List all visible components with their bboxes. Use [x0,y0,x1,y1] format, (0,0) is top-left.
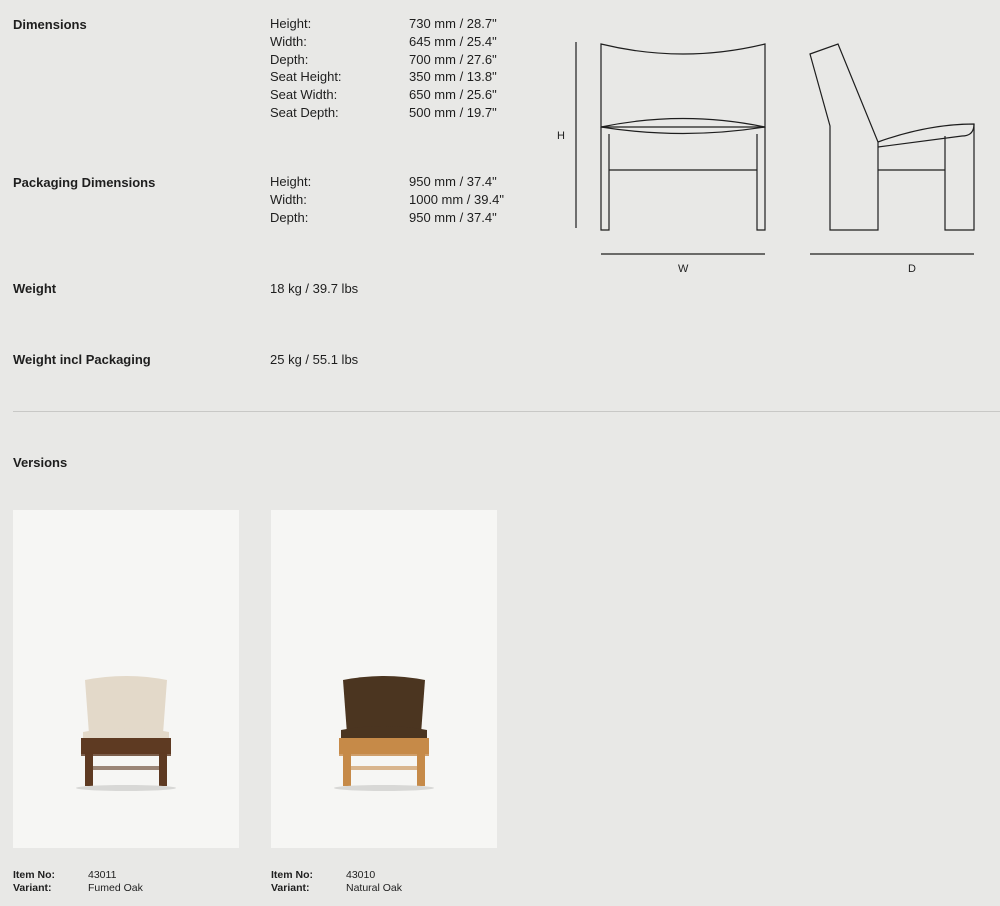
item-no-value: 43010 [346,869,376,881]
spec-value: 950 mm / 37.4" [409,174,497,189]
item-no-label: Item No: [271,869,313,881]
spec-value: 645 mm / 25.4" [409,33,497,49]
side-view-drawing [809,43,975,255]
variant-value: Fumed Oak [88,882,143,894]
spec-row: Seat Width: 650 mm / 25.6" [270,86,497,104]
version-meta: Item No: 43010 Variant: Natural Oak [271,869,402,895]
spec-value: 350 mm / 13.8" [409,69,497,85]
packaging-dimensions-label: Packaging Dimensions [13,175,156,190]
spec-key: Depth: [270,51,309,67]
spec-key: Width: [270,33,307,49]
variant-label: Variant: [13,882,52,894]
spec-key: Depth: [270,209,309,225]
spec-row: Depth: 950 mm / 37.4" [270,209,504,227]
spec-row: Seat Height: 350 mm / 13.8" [270,68,497,86]
spec-value: 500 mm / 19.7" [409,104,497,120]
height-letter: H [557,130,565,142]
spec-row: Height: 950 mm / 37.4" [270,173,504,191]
width-letter: W [678,263,689,275]
weight-label: Weight [13,281,57,296]
spec-row: Width: 1000 mm / 39.4" [270,191,504,209]
chair-dimension-drawing [575,42,975,255]
dimensions-list: Height: 730 mm / 28.7" Width: 645 mm / 25.… [270,15,497,122]
item-no-value: 43011 [88,869,117,881]
spec-value: 650 mm / 25.6" [409,87,497,103]
spec-value: 1000 mm / 39.4" [409,191,504,207]
spec-key: Height: [270,174,312,189]
front-view-drawing [575,42,766,255]
spec-value: 700 mm / 27.6" [409,51,497,67]
spec-key: Seat Height: [270,69,342,85]
spec-key: Width: [270,191,307,207]
depth-letter: D [908,263,916,275]
spec-row: Height: 730 mm / 28.7" [270,15,497,33]
spec-key: Seat Width: [270,87,338,103]
variant-value: Natural Oak [346,882,403,894]
version-card-fumed-oak[interactable] [13,510,239,848]
variant-label: Variant: [271,882,310,894]
version-meta: Item No: 43011 Variant: Fumed Oak [13,869,143,895]
spec-value: 730 mm / 28.7" [409,16,497,31]
weight-packaging-label: Weight incl Packaging [13,352,151,367]
weight-value: 18 kg / 39.7 lbs [270,281,359,296]
spec-row: Width: 645 mm / 25.4" [270,33,497,51]
dimensions-label: Dimensions [13,17,87,32]
spec-value: 950 mm / 37.4" [409,209,497,225]
item-no-label: Item No: [13,869,55,881]
section-divider [13,411,1000,412]
chair-image [76,676,176,791]
spec-key: Height: [270,16,312,31]
spec-row: Seat Depth: 500 mm / 19.7" [270,104,497,122]
weight-packaging-value: 25 kg / 55.1 lbs [270,352,359,367]
chair-image [334,676,434,791]
versions-title: Versions [13,455,68,470]
spec-row: Depth: 700 mm / 27.6" [270,51,497,69]
version-card-natural-oak[interactable] [271,510,497,848]
spec-key: Seat Depth: [270,104,339,120]
packaging-dimensions-list: Height: 950 mm / 37.4" Width: 1000 mm / 39… [270,173,504,226]
